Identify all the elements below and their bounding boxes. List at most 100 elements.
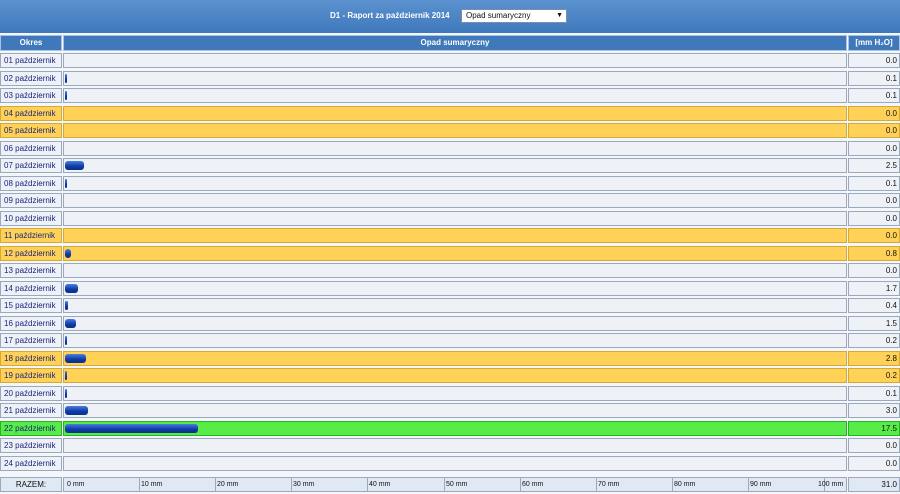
- row-value: 0.0: [848, 106, 900, 121]
- x-tick-label: 50 mm: [446, 481, 468, 488]
- total-value: 31.0: [848, 477, 900, 492]
- row-period-label[interactable]: 15 październik: [0, 298, 62, 313]
- row-bar-cell: [63, 246, 847, 261]
- row-value: 0.1: [848, 71, 900, 86]
- row-value: 0.0: [848, 193, 900, 208]
- row-period-label[interactable]: 23 październik: [0, 438, 62, 453]
- row-bar-cell: [63, 158, 847, 173]
- x-tick-line: [367, 477, 368, 492]
- row-bar-cell: [63, 438, 847, 453]
- row-bar-cell: [63, 176, 847, 191]
- row-value: 0.4: [848, 298, 900, 313]
- row-value: 0.0: [848, 53, 900, 68]
- row-bar-cell: [63, 281, 847, 296]
- x-tick-line: [444, 477, 445, 492]
- row-value: 0.8: [848, 246, 900, 261]
- row-period-label[interactable]: 07 październik: [0, 158, 62, 173]
- data-bar: [65, 284, 78, 293]
- row-bar-cell: [63, 53, 847, 68]
- row-bar-cell: [63, 333, 847, 348]
- row-bar-cell: [63, 141, 847, 156]
- column-header-unit: [mm H₂O]: [848, 35, 900, 51]
- row-period-label[interactable]: 21 październik: [0, 403, 62, 418]
- row-bar-cell: [63, 421, 847, 436]
- row-value: 2.5: [848, 158, 900, 173]
- x-tick-label: 70 mm: [598, 481, 620, 488]
- row-value: 0.0: [848, 141, 900, 156]
- data-bar: [65, 301, 69, 310]
- row-period-label[interactable]: 14 październik: [0, 281, 62, 296]
- row-period-label[interactable]: 24 październik: [0, 456, 62, 471]
- row-period-label[interactable]: 08 październik: [0, 176, 62, 191]
- row-bar-cell: [63, 193, 847, 208]
- report-header-bar: D1 - Raport za październik 2014 Opad sum…: [0, 0, 900, 33]
- x-tick-label: 0 mm: [67, 481, 85, 488]
- data-bar: [65, 424, 199, 433]
- data-bar: [65, 161, 85, 170]
- row-period-label[interactable]: 20 październik: [0, 386, 62, 401]
- x-tick-label: 90 mm: [750, 481, 772, 488]
- row-bar-cell: [63, 71, 847, 86]
- row-period-label[interactable]: 04 październik: [0, 106, 62, 121]
- row-value: 0.2: [848, 333, 900, 348]
- x-tick-line: [672, 477, 673, 492]
- row-bar-cell: [63, 351, 847, 366]
- data-bar: [65, 406, 88, 415]
- row-bar-cell: [63, 403, 847, 418]
- row-value: 0.0: [848, 123, 900, 138]
- row-period-label[interactable]: 09 październik: [0, 193, 62, 208]
- row-period-label[interactable]: 02 październik: [0, 71, 62, 86]
- row-period-label[interactable]: 05 październik: [0, 123, 62, 138]
- row-bar-cell: [63, 316, 847, 331]
- data-bar: [65, 91, 67, 100]
- column-header-series: Opad sumaryczny: [63, 35, 847, 51]
- x-tick-line: [215, 477, 216, 492]
- row-value: 17.5: [848, 421, 900, 436]
- x-tick-label: 10 mm: [141, 481, 163, 488]
- row-value: 0.2: [848, 368, 900, 383]
- x-tick-label: 60 mm: [522, 481, 544, 488]
- row-value: 3.0: [848, 403, 900, 418]
- row-period-label[interactable]: 19 październik: [0, 368, 62, 383]
- x-tick-line: [748, 477, 749, 492]
- row-bar-cell: [63, 456, 847, 471]
- row-period-label[interactable]: 18 październik: [0, 351, 62, 366]
- row-bar-cell: [63, 123, 847, 138]
- x-tick-label: 30 mm: [293, 481, 315, 488]
- row-period-label[interactable]: 10 październik: [0, 211, 62, 226]
- row-bar-cell: [63, 106, 847, 121]
- data-bar: [65, 371, 67, 380]
- row-bar-cell: [63, 263, 847, 278]
- x-tick-line: [139, 477, 140, 492]
- data-bar: [65, 74, 67, 83]
- row-value: 0.0: [848, 438, 900, 453]
- row-bar-cell: [63, 368, 847, 383]
- row-value: 0.1: [848, 176, 900, 191]
- row-bar-cell: [63, 211, 847, 226]
- row-period-label[interactable]: 06 październik: [0, 141, 62, 156]
- data-bar: [65, 319, 77, 328]
- row-bar-cell: [63, 88, 847, 103]
- row-value: 0.0: [848, 228, 900, 243]
- x-tick-line: [291, 477, 292, 492]
- total-label: RAZEM:: [0, 477, 62, 492]
- row-period-label[interactable]: 22 październik: [0, 421, 62, 436]
- row-bar-cell: [63, 228, 847, 243]
- report-title: D1 - Raport za październik 2014: [330, 11, 450, 20]
- row-period-label[interactable]: 12 październik: [0, 246, 62, 261]
- row-value: 2.8: [848, 351, 900, 366]
- data-bar: [65, 354, 87, 363]
- row-period-label[interactable]: 11 październik: [0, 228, 62, 243]
- row-period-label[interactable]: 17 październik: [0, 333, 62, 348]
- series-select[interactable]: Opad sumaryczny ▼: [461, 9, 567, 23]
- row-period-label[interactable]: 01 październik: [0, 53, 62, 68]
- row-period-label[interactable]: 13 październik: [0, 263, 62, 278]
- row-period-label[interactable]: 03 październik: [0, 88, 62, 103]
- row-value: 1.7: [848, 281, 900, 296]
- x-tick-label: 80 mm: [674, 481, 696, 488]
- series-select-value: Opad sumaryczny: [466, 11, 531, 20]
- row-bar-cell: [63, 386, 847, 401]
- row-period-label[interactable]: 16 październik: [0, 316, 62, 331]
- x-tick-label: 100 mm: [818, 481, 844, 488]
- row-value: 0.0: [848, 211, 900, 226]
